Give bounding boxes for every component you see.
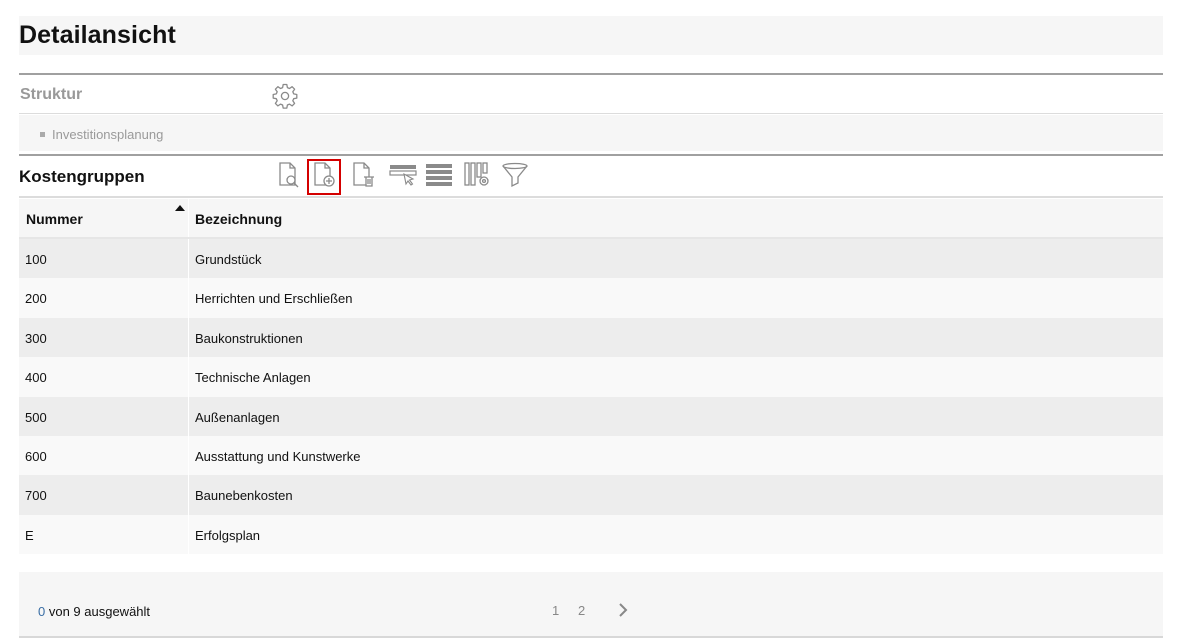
delete-document-button[interactable] [346,159,380,195]
cell-nummer: 400 [25,370,47,386]
table-row[interactable]: 600 Ausstattung und Kunstwerke [19,435,1163,476]
struktur-label: Struktur [20,86,83,103]
selection-status: 0 von 9 ausgewählt [38,604,150,619]
sort-ascending-icon [175,205,185,211]
table-footer: 0 von 9 ausgewählt 1 2 [19,572,1163,638]
struktur-section: Struktur [19,73,1163,114]
kostengruppen-label: Kostengruppen [19,167,145,186]
table-row[interactable]: 100 Grundstück [19,239,1163,279]
cell-bezeichnung: Baukonstruktionen [195,330,303,346]
column-settings-button[interactable] [460,159,494,195]
column-header-nummer[interactable]: Nummer [26,211,83,227]
table-row[interactable]: 500 Außenanlagen [19,396,1163,436]
filter-button[interactable] [498,159,532,195]
cell-nummer: 300 [25,330,47,346]
gear-icon[interactable] [272,83,298,109]
cell-nummer: 100 [25,252,47,267]
filter-icon [500,161,530,194]
struktur-tree: Investitionsplanung [19,115,1163,151]
cell-nummer: 500 [25,409,47,425]
rows-layout-icon [424,162,454,193]
rows-layout-button[interactable] [422,159,456,195]
cell-bezeichnung: Erfolgsplan [195,527,261,543]
cell-nummer: 200 [25,291,47,307]
page-link-2[interactable]: 2 [578,603,585,618]
chevron-right-icon[interactable] [616,602,630,618]
cell-bezeichnung: Ausstattung und Kunstwerke [195,448,361,464]
table-row[interactable]: 200 Herrichten und Erschließen [19,278,1163,318]
title-bar: Detailansicht [19,16,1163,55]
column-divider[interactable] [188,199,189,237]
document-delete-icon [350,161,376,194]
column-settings-icon [462,161,492,194]
table-row[interactable]: 400 Technische Anlagen [19,357,1163,397]
cell-bezeichnung: Baunebenkosten [195,488,293,504]
kostengruppen-table: Nummer Bezeichnung 100 Grundstück 200 He… [19,199,1163,555]
cell-bezeichnung: Technische Anlagen [195,370,311,386]
kostengruppen-section: Kostengruppen [19,154,1163,198]
cell-bezeichnung: Herrichten und Erschließen [195,291,353,307]
detail-view: Detailansicht Struktur Investitionsplanu… [19,16,1163,638]
table-row[interactable]: 700 Baunebenkosten [19,475,1163,515]
cell-nummer: E [25,527,34,543]
tree-item-investitionsplanung[interactable]: Investitionsplanung [52,127,163,142]
tree-bullet [40,132,45,137]
table-row[interactable]: 300 Baukonstruktionen [19,317,1163,358]
cell-nummer: 600 [25,448,47,464]
cell-nummer: 700 [25,488,47,504]
column-header-bezeichnung[interactable]: Bezeichnung [195,211,282,227]
selection-text: von 9 ausgewählt [45,604,151,619]
add-document-button[interactable] [307,159,341,195]
document-add-icon [311,161,337,194]
select-rows-button[interactable] [386,159,420,195]
table-header: Nummer Bezeichnung [19,199,1163,239]
view-document-button[interactable] [271,159,305,195]
cell-bezeichnung: Grundstück [195,252,262,267]
cell-bezeichnung: Außenanlagen [195,409,280,425]
document-search-icon [275,161,301,194]
page-title: Detailansicht [19,21,176,49]
page-link-1[interactable]: 1 [552,603,559,618]
row-select-icon [388,162,418,193]
table-row[interactable]: E Erfolgsplan [19,514,1163,555]
